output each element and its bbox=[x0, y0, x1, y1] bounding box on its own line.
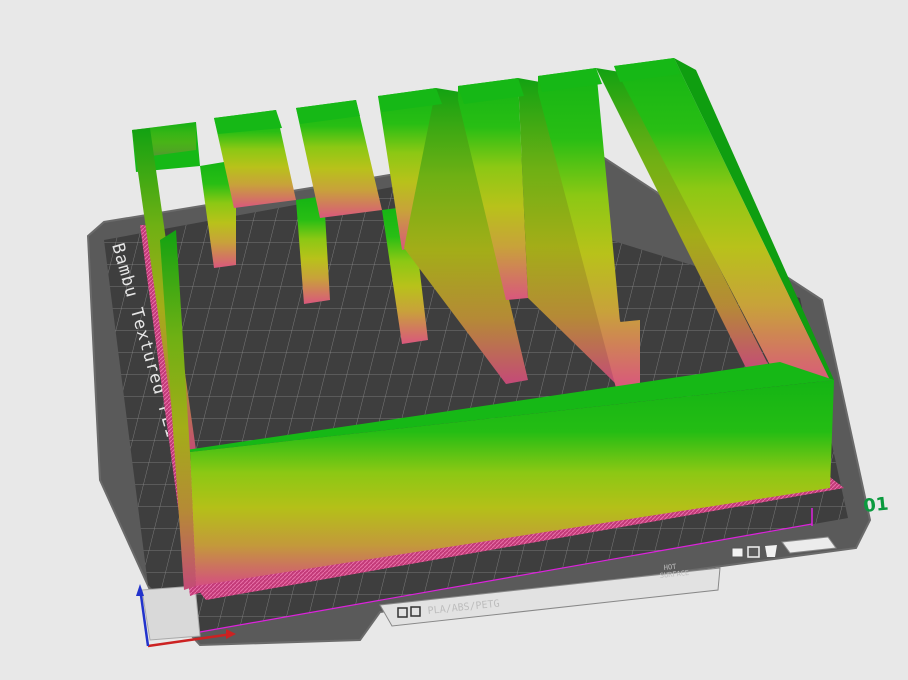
lock-icon[interactable] bbox=[731, 547, 744, 558]
plate-number: 01 bbox=[862, 493, 889, 517]
3d-preview-viewport[interactable]: Bambu Textured PEI Plate PLA/ABS/PETG HO… bbox=[0, 0, 908, 680]
delete-icon[interactable] bbox=[765, 545, 777, 557]
